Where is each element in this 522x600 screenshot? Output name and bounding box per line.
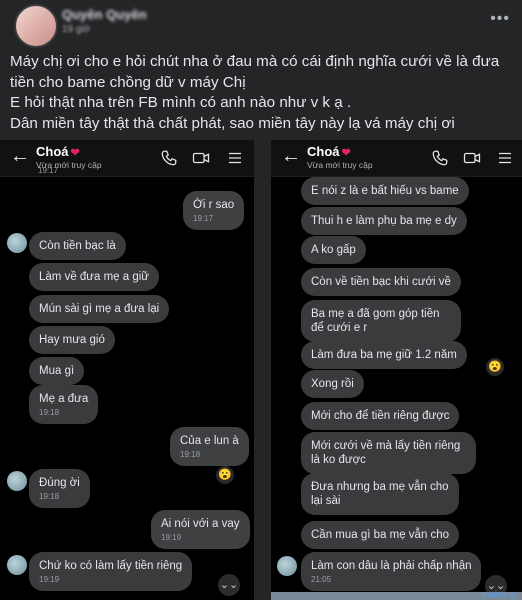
chat-screenshot-right: ← Choá ❤ Vừa mới truy cập E nói z là e bấ… [271,140,522,600]
author-avatar[interactable] [14,4,58,48]
video-call-icon[interactable] [463,149,481,167]
message-incoming[interactable]: Làm đưa ba mẹ giữ 1.2 năm [301,341,467,369]
reaction-icon[interactable]: 😮 [216,466,234,484]
heart-icon: ❤ [341,147,351,159]
message-incoming[interactable]: Đưa nhưng ba mẹ vẫn cho lại sài [301,473,459,515]
contact-avatar [277,556,297,576]
phone-call-icon[interactable] [160,149,178,167]
watermark: Kenh14.vn [482,592,516,599]
back-arrow-icon[interactable]: ← [10,145,30,168]
message-incoming[interactable]: A ko gấp [301,236,366,264]
message-outgoing[interactable]: Của e lun à 19:18 [170,427,249,466]
menu-icon[interactable] [496,149,514,167]
message-incoming[interactable]: Cần mua gì ba mẹ vẫn cho [301,521,460,549]
message-incoming[interactable]: Mới cưới về mà lấy tiền riêng là ko được [301,432,476,474]
contact-avatar [7,555,27,575]
heart-icon: ❤ [70,147,80,159]
reaction-icon[interactable]: 😮 [486,358,504,376]
phone-call-icon[interactable] [431,149,449,167]
message-incoming[interactable]: Mua gì [29,357,85,385]
author-name[interactable]: Quyên Quyên [62,7,147,22]
message-time: 19:17 [38,166,59,175]
contact-status: Vừa mới truy cập [307,160,373,170]
message-incoming[interactable]: Mẹ a đưa 19:18 [29,385,99,424]
message-incoming[interactable]: Xong rồi [301,370,364,398]
contact-name: Choá ❤ [307,144,351,159]
message-incoming[interactable]: Hay mưa gió [29,326,115,354]
message-incoming[interactable]: Còn về tiền bạc khi cưới về [301,268,461,296]
message-outgoing[interactable]: Ời r sao 19:17 [183,191,245,230]
post-line: E hỏi thật nha trên FB mình có anh nào n… [10,94,352,111]
more-options-icon[interactable]: ••• [490,10,510,28]
post-header: Quyên Quyên 19 giờ ••• [0,0,522,48]
contact-name-text: Choá [36,144,69,159]
post-text: Máy chị ơi cho e hỏi chút nha ở đau mà c… [10,52,515,134]
post-line: Dân miền tây thật thà chất phát, sao miề… [10,114,455,132]
video-call-icon[interactable] [192,149,210,167]
message-incoming[interactable]: Ba mẹ a đã gom góp tiền để cưới e r [301,300,461,342]
message-incoming[interactable]: E nói z là e bất hiếu vs bame [301,177,469,205]
scroll-down-icon[interactable]: ⌄⌄ [218,574,240,596]
message-incoming[interactable]: Thui h e làm phụ ba mẹ e dy [301,207,467,235]
post-line: Máy chị ơi cho e hỏi chút nha ở đau mà c… [10,53,500,70]
back-arrow-icon[interactable]: ← [281,145,301,168]
message-incoming[interactable]: Còn tiền bạc là [29,232,126,260]
chat-header: ← Choá ❤ Vừa mới truy cập [271,140,522,177]
message-incoming[interactable]: Mới cho để tiền riêng được [301,402,460,430]
menu-icon[interactable] [226,149,244,167]
message-outgoing[interactable]: Ai nói với a vay 19:19 [151,510,250,549]
message-incoming[interactable]: Làm về đưa mẹ a giữ [29,263,160,291]
contact-avatar [7,471,27,491]
chat-screenshot-left: ← Choá ❤ Vừa mới truy cập 19:17 Ời r sao 1… [0,140,254,600]
message-incoming[interactable]: Làm con dâu là phải chấp nhận 21:05 [301,552,482,591]
contact-name-text: Choá [307,144,340,159]
contact-avatar [7,233,27,253]
contact-name: Choá ❤ [36,144,80,159]
post-meta: 19 giờ [62,24,91,35]
post-line: tiền cho bame chồng dữ v máy Chị [10,73,246,91]
message-incoming[interactable]: Đúng ời 19:18 [29,469,90,508]
message-incoming[interactable]: Mún sài gì mẹ a đưa lại [29,295,170,323]
message-incoming[interactable]: Chứ ko có làm lấy tiền riêng 19:19 [29,552,193,591]
